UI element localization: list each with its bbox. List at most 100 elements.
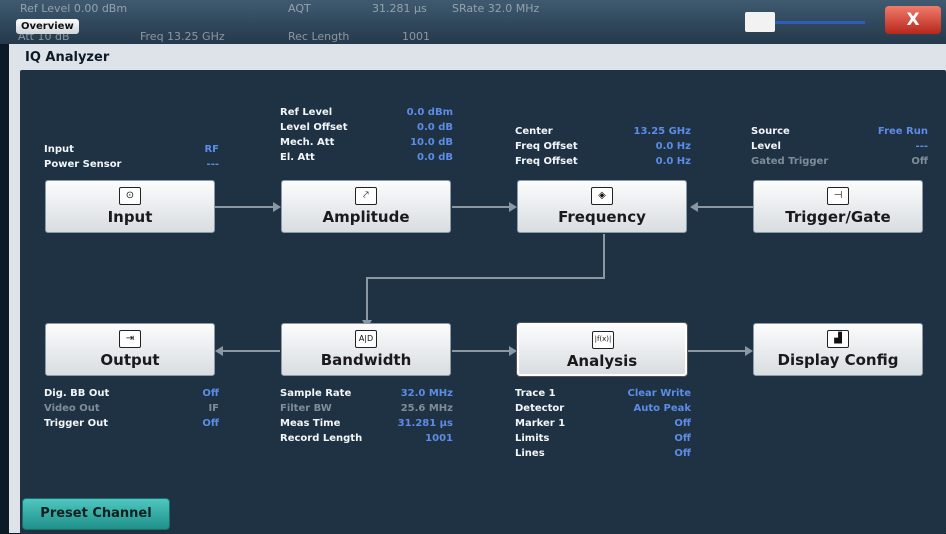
param-row: Trigger Out Off xyxy=(44,418,219,433)
output-settings: Dig. BB Out Off Video Out IF Trigger Out Off xyxy=(44,388,219,433)
param-label: Marker 1 xyxy=(515,418,566,429)
amplitude-label: Amplitude xyxy=(322,208,410,226)
amplitude-button[interactable]: ⤤ Amplitude xyxy=(281,180,451,233)
param-row: Level --- xyxy=(751,141,928,156)
param-label: Freq Offset xyxy=(515,156,578,167)
param-label: Video Out xyxy=(44,403,100,414)
param-row: Limits Off xyxy=(515,433,691,448)
param-label: Limits xyxy=(515,433,550,444)
output-label: Output xyxy=(100,351,160,369)
input-icon: ⊙ xyxy=(119,187,141,205)
param-label: Ref Level xyxy=(280,107,333,118)
param-label: El. Att xyxy=(280,152,315,163)
param-value: Clear Write xyxy=(627,388,692,399)
overview-tab[interactable]: Overview xyxy=(16,19,79,34)
param-value: 0.0 dB xyxy=(417,122,453,133)
input-button[interactable]: ⊙ Input xyxy=(45,180,215,233)
connector-bandwidth-analysis xyxy=(452,350,509,352)
connector-analysis-display xyxy=(688,350,745,352)
param-row: Trace 1 Clear Write xyxy=(515,388,691,403)
trigger-gate-button[interactable]: ⊣ Trigger/Gate xyxy=(753,180,923,233)
connector-bandwidth-down xyxy=(366,277,368,322)
amplitude-settings: Ref Level 0.0 dBm Level Offset 0.0 dB Mech. … xyxy=(280,107,453,167)
bandwidth-label: Bandwidth xyxy=(320,351,412,369)
analysis-settings: Trace 1 Clear Write Detector Auto Peak Marke… xyxy=(515,388,691,463)
param-label: Sample Rate xyxy=(280,388,352,399)
trigger-gate-label: Trigger/Gate xyxy=(785,208,891,226)
slider[interactable] xyxy=(745,10,865,34)
param-value: Off xyxy=(674,433,691,444)
param-value: Free Run xyxy=(877,126,928,137)
aqt-value: 31.281 µs xyxy=(372,2,427,15)
param-row: Freq Offset 0.0 Hz xyxy=(515,141,691,156)
param-row: Marker 1 Off xyxy=(515,418,691,433)
param-value: Off xyxy=(911,156,928,167)
display-config-icon: ▟ xyxy=(827,330,849,348)
input-label: Input xyxy=(107,208,153,226)
param-label: Mech. Att xyxy=(280,137,335,148)
slider-handle[interactable] xyxy=(745,12,775,32)
param-label: Trace 1 xyxy=(515,388,556,399)
arrow-right xyxy=(745,346,753,356)
param-value: Auto Peak xyxy=(633,403,692,414)
param-label: Center xyxy=(515,126,553,137)
param-value: 0.0 Hz xyxy=(655,141,691,152)
connector-input-amplitude xyxy=(215,206,273,208)
param-row: Lines Off xyxy=(515,448,691,463)
dialog-title: IQ Analyzer xyxy=(25,50,110,65)
param-value: 0.0 Hz xyxy=(655,156,691,167)
param-label: Trigger Out xyxy=(44,418,108,429)
arrow-left xyxy=(690,202,698,212)
param-label: Level xyxy=(751,141,781,152)
param-label: Gated Trigger xyxy=(751,156,829,167)
display-config-button[interactable]: ▟ Display Config xyxy=(753,323,923,376)
srate-readout: SRate 32.0 MHz xyxy=(452,2,540,15)
param-row: Gated Trigger Off xyxy=(751,156,928,171)
bandwidth-button[interactable]: A|D Bandwidth xyxy=(281,323,451,376)
param-row: Video Out IF xyxy=(44,403,219,418)
close-button[interactable]: X xyxy=(885,6,941,34)
connector-amplitude-frequency xyxy=(452,206,509,208)
analysis-button[interactable]: |f(x)| Analysis xyxy=(517,323,687,376)
param-row: Freq Offset 0.0 Hz xyxy=(515,156,691,171)
param-value: 25.6 MHz xyxy=(400,403,453,414)
frequency-button[interactable]: ◈ Frequency xyxy=(517,180,687,233)
param-row: Filter BW 25.6 MHz xyxy=(280,403,453,418)
arrow-right xyxy=(509,346,517,356)
arrow-right xyxy=(273,202,281,212)
param-value: Off xyxy=(202,388,219,399)
output-icon: ⇥ xyxy=(119,330,141,348)
connector-bandwidth-output xyxy=(223,350,280,352)
ad-converter-icon: A|D xyxy=(355,330,377,348)
param-value: Off xyxy=(674,418,691,429)
status-bar: Ref Level 0.00 dBm Att 10 dB Freq 13.25 … xyxy=(0,0,946,44)
slider-track xyxy=(775,21,865,24)
param-label: Power Sensor xyxy=(44,159,122,170)
param-value: --- xyxy=(915,141,928,152)
amplitude-icon: ⤤ xyxy=(355,187,377,205)
param-row: Power Sensor --- xyxy=(44,159,219,174)
param-value: Off xyxy=(674,448,691,459)
display-config-label: Display Config xyxy=(777,351,899,369)
preset-channel-button[interactable]: Preset Channel xyxy=(22,498,170,530)
param-value: --- xyxy=(206,159,219,170)
param-label: Dig. BB Out xyxy=(44,388,110,399)
param-row: Source Free Run xyxy=(751,126,928,141)
param-row: Detector Auto Peak xyxy=(515,403,691,418)
frequency-icon: ◈ xyxy=(591,187,613,205)
param-label: Meas Time xyxy=(280,418,341,429)
param-label: Detector xyxy=(515,403,565,414)
param-row: Record Length 1001 xyxy=(280,433,453,448)
param-row: Ref Level 0.0 dBm xyxy=(280,107,453,122)
param-row: El. Att 0.0 dB xyxy=(280,152,453,167)
freq-readout: Freq 13.25 GHz xyxy=(140,30,225,43)
block-diagram: Input RF Power Sensor --- Ref Level 0.0 dBm L… xyxy=(20,70,946,516)
param-value: 31.281 µs xyxy=(397,418,453,429)
param-row: Sample Rate 32.0 MHz xyxy=(280,388,453,403)
param-value: 13.25 GHz xyxy=(633,126,691,137)
aqt-label: AQT xyxy=(288,2,311,15)
param-row: Dig. BB Out Off xyxy=(44,388,219,403)
param-row: Input RF xyxy=(44,144,219,159)
output-button[interactable]: ⇥ Output xyxy=(45,323,215,376)
param-value: IF xyxy=(208,403,219,414)
